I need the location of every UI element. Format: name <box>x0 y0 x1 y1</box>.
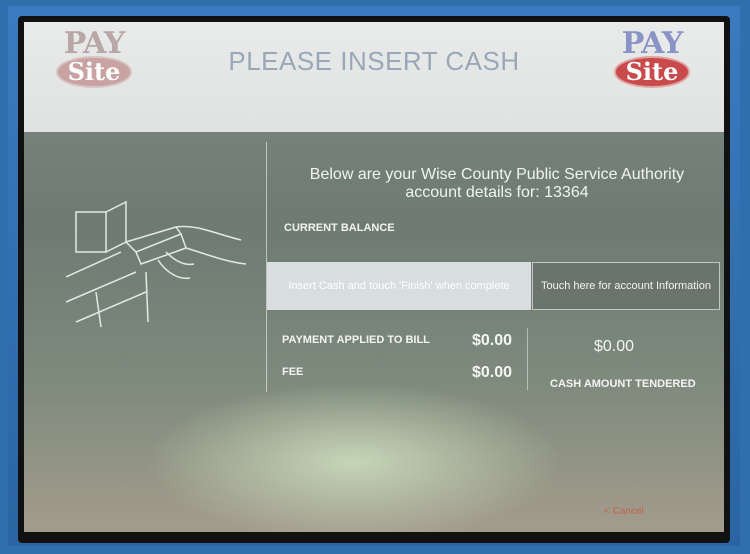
logo-pay-text: PAY <box>63 26 126 61</box>
kiosk-screen: PAY Site PLEASE INSERT CASH PAY Site Bel… <box>24 22 724 532</box>
logo-site-text: Site <box>55 56 133 88</box>
account-details-line-2: account details for: 13364 <box>405 184 589 201</box>
page-title: PLEASE INSERT CASH <box>228 46 520 76</box>
amount-divider <box>527 328 528 390</box>
header-bar: PAY Site PLEASE INSERT CASH PAY Site <box>24 22 724 132</box>
fee-label: FEE <box>282 366 304 378</box>
payment-applied-label: PAYMENT APPLIED TO BILL <box>282 334 430 346</box>
cash-tendered-value: $0.00 <box>594 338 635 355</box>
cash-slot-insert-icon <box>66 200 247 328</box>
cash-tendered-label: CASH AMOUNT TENDERED <box>550 378 696 390</box>
account-information-label: Touch here for account Information <box>541 280 711 292</box>
screen-glare <box>144 382 564 532</box>
current-balance-label: CURRENT BALANCE <box>284 222 395 234</box>
payssite-logo-left: PAY Site <box>54 26 134 94</box>
payssite-logo-right: PAY Site <box>612 26 692 94</box>
account-details-line-1: Below are your Wise County Public Servic… <box>309 166 685 183</box>
account-information-button[interactable]: Touch here for account Information <box>532 262 720 310</box>
logo-site-text: Site <box>613 56 691 88</box>
cancel-button[interactable]: < Cancel <box>604 506 644 517</box>
screen-frame: PAY Site PLEASE INSERT CASH PAY Site Bel… <box>18 16 730 543</box>
payment-applied-value: $0.00 <box>472 332 513 349</box>
insert-cash-text: Insert Cash and touch 'Finish' when comp… <box>288 280 510 292</box>
logo-pay-text: PAY <box>621 26 684 61</box>
fee-value: $0.00 <box>472 364 513 381</box>
kiosk-bezel: PAY Site PLEASE INSERT CASH PAY Site Bel… <box>8 6 740 546</box>
account-details-text: Below are your Wise County Public Servic… <box>292 166 702 202</box>
insert-cash-panel[interactable]: Insert Cash and touch 'Finish' when comp… <box>267 262 531 310</box>
